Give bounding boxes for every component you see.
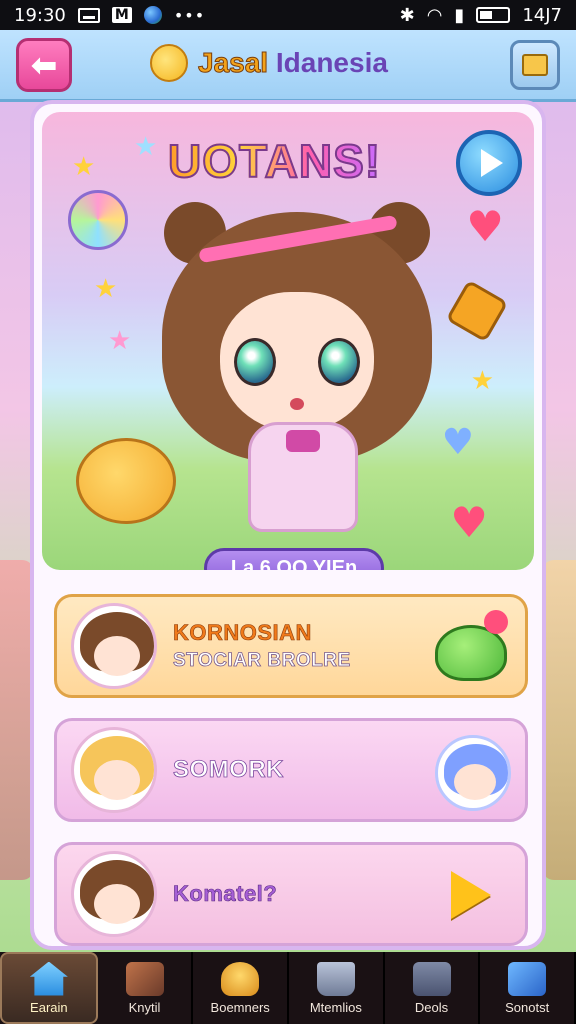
status-left: 19:30 M ••• xyxy=(14,5,205,26)
title-part-1: Jasal xyxy=(197,47,269,79)
nav-label: Knytil xyxy=(128,999,161,1015)
item-badge xyxy=(435,610,511,685)
avatar-face xyxy=(454,764,496,800)
shop-icon xyxy=(221,961,260,996)
star-icon: ★ xyxy=(72,152,96,182)
home-icon xyxy=(29,961,68,996)
avatar xyxy=(71,851,157,937)
play-icon xyxy=(481,149,503,177)
nav-item-home[interactable]: Earain xyxy=(0,952,98,1024)
title-part-2: Idanesia xyxy=(275,47,388,78)
avatar-face xyxy=(94,884,140,924)
slime-icon xyxy=(435,610,508,681)
avatar-face xyxy=(94,636,140,676)
avatar xyxy=(71,603,157,689)
back-arrow-icon: ⬅ xyxy=(30,46,58,84)
eye xyxy=(234,338,276,386)
main-card: ★ ★ ★ ★ ★ ♥ ♥ ♥ UOTANS! La 6 OO YIEn KOR… xyxy=(30,100,546,950)
more-dots-icon: ••• xyxy=(173,5,206,25)
status-time: 19:30 xyxy=(14,4,66,26)
friend-avatar xyxy=(435,735,511,811)
nav-label: Earain xyxy=(30,999,68,1015)
mail-icon: M xyxy=(111,7,132,23)
item-title: Komatel? xyxy=(173,881,278,907)
item-subtitle: STOCIAR BROLRE xyxy=(173,650,351,672)
hero-title: UOTANS! xyxy=(167,134,382,188)
list-item[interactable]: Komatel? xyxy=(54,842,528,946)
battery-text: 14J7 xyxy=(522,4,562,26)
item-text: SOMORK xyxy=(173,756,284,784)
nav-label: Deols xyxy=(414,999,449,1015)
document-icon xyxy=(522,54,548,76)
star-icon: ★ xyxy=(94,274,118,304)
play-button[interactable] xyxy=(456,130,522,196)
heart-logo-icon xyxy=(150,44,188,82)
list-item[interactable]: KORNOSIAN STOCIAR BROLRE xyxy=(54,594,528,698)
nav-label: Mtemlios xyxy=(309,999,362,1015)
heart-icon: ♥ xyxy=(441,422,474,463)
wifi-icon: ◠ xyxy=(426,4,443,26)
message-icon xyxy=(77,7,100,23)
nav-item-more[interactable]: Sonotst xyxy=(480,952,576,1024)
nav-item-shop[interactable]: Boemners xyxy=(193,952,290,1024)
cup-icon xyxy=(316,961,355,996)
item-text: KORNOSIAN STOCIAR BROLRE xyxy=(173,620,351,672)
item-title: SOMORK xyxy=(173,756,284,784)
item-badge[interactable] xyxy=(435,859,511,933)
back-button[interactable]: ⬅ xyxy=(16,38,72,92)
left-building-decor xyxy=(0,560,34,880)
title-text: Jasal Idanesia xyxy=(197,47,388,79)
star-icon: ★ xyxy=(134,132,158,162)
app-title: Jasal Idanesia xyxy=(150,44,388,82)
mouth xyxy=(290,398,304,410)
character-illustration xyxy=(162,202,432,542)
eye xyxy=(318,338,360,386)
nav-item-tools[interactable]: Knytil xyxy=(98,952,194,1024)
key-icon xyxy=(445,279,509,343)
right-building-decor xyxy=(542,560,576,880)
nav-item-items[interactable]: Mtemlios xyxy=(289,952,385,1024)
globe-icon xyxy=(143,6,162,24)
bluetooth-icon: ✱ xyxy=(399,4,415,26)
character-face xyxy=(220,292,374,432)
menu-button[interactable] xyxy=(510,40,560,90)
hero-pill-button[interactable]: La 6 OO YIEn xyxy=(204,548,384,570)
list-item[interactable]: SOMORK xyxy=(54,718,528,822)
hero-panel: ★ ★ ★ ★ ★ ♥ ♥ ♥ UOTANS! La 6 OO YIEn xyxy=(42,112,534,570)
item-badge xyxy=(435,735,511,811)
top-header: ⬅ Jasal Idanesia xyxy=(0,30,576,102)
nav-item-deals[interactable]: Deols xyxy=(385,952,481,1024)
pet-companion xyxy=(73,421,176,524)
item-text: Komatel? xyxy=(173,881,277,907)
heart-icon: ♥ xyxy=(450,498,488,547)
avatar-face xyxy=(94,760,140,800)
box-icon xyxy=(412,961,451,996)
cube-icon xyxy=(508,961,547,996)
heart-icon: ♥ xyxy=(466,202,504,251)
item-title: KORNOSIAN xyxy=(173,620,312,646)
bottom-nav: Earain Knytil Boemners Mtemlios Deols So… xyxy=(0,952,576,1024)
status-bar: 19:30 M ••• ✱ ◠ ▮ 14J7 xyxy=(0,0,576,30)
nav-label: Sonotst xyxy=(505,999,550,1015)
nav-label: Boemners xyxy=(210,999,270,1015)
bow-icon xyxy=(286,430,320,452)
avatar xyxy=(71,727,157,813)
play-arrow-icon[interactable] xyxy=(451,871,491,919)
battery-icon xyxy=(476,7,511,23)
candy-icon xyxy=(68,190,128,250)
signal-icon: ▮ xyxy=(454,4,465,26)
status-right: ✱ ◠ ▮ 14J7 xyxy=(400,5,562,26)
star-icon: ★ xyxy=(108,326,132,356)
star-icon: ★ xyxy=(470,366,494,396)
tool-icon xyxy=(125,961,164,996)
